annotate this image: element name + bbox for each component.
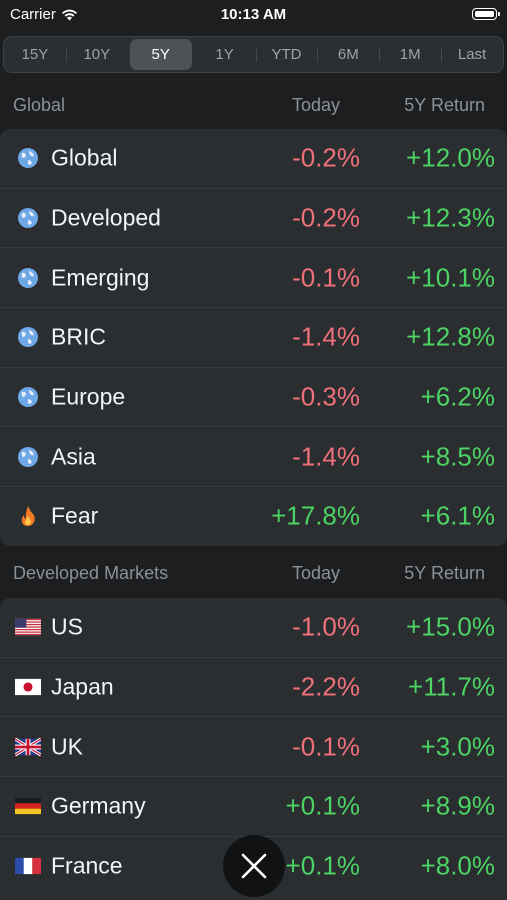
today-change: -2.2% (292, 671, 360, 702)
germany-flag-icon (15, 796, 41, 816)
battery-icon (472, 8, 500, 20)
column-header-today[interactable]: Today (292, 95, 340, 116)
period-segmented-control: 15Y 10Y 5Y 1Y YTD 6M 1M Last (3, 36, 504, 73)
list-item-global[interactable]: Global -0.2% +12.0% (0, 129, 507, 188)
uk-flag-icon (15, 737, 41, 757)
row-label: Emerging (51, 264, 150, 291)
close-button[interactable] (223, 835, 285, 897)
row-label: UK (51, 733, 83, 760)
japan-flag-icon (15, 677, 41, 697)
list-item-developed[interactable]: Developed -0.2% +12.3% (0, 187, 507, 248)
period-1m[interactable]: 1M (379, 39, 441, 70)
today-change: +17.8% (271, 500, 360, 531)
globe-icon (15, 148, 41, 169)
period-return: +8.9% (420, 790, 495, 821)
today-change: -0.1% (292, 731, 360, 762)
row-label: Developed (51, 204, 161, 231)
france-flag-icon (15, 856, 41, 876)
period-return: +6.1% (420, 500, 495, 531)
period-return: +6.2% (420, 381, 495, 412)
today-change: -1.4% (292, 321, 360, 352)
today-change: -0.3% (292, 381, 360, 412)
column-header-today[interactable]: Today (292, 563, 340, 584)
period-return: +3.0% (420, 731, 495, 762)
period-ytd[interactable]: YTD (255, 39, 318, 70)
globe-icon (15, 446, 41, 467)
period-1y[interactable]: 1Y (194, 39, 256, 70)
today-change: -0.1% (292, 262, 360, 293)
globe-icon (15, 327, 41, 348)
row-label: Asia (51, 443, 96, 470)
today-change: +0.1% (285, 850, 360, 881)
column-header-return[interactable]: 5Y Return (404, 563, 485, 584)
list-item-bric[interactable]: BRIC -1.4% +12.8% (0, 307, 507, 367)
section-title: Developed Markets (13, 563, 169, 583)
list-item-europe[interactable]: Europe -0.3% +6.2% (0, 366, 507, 427)
row-label: BRIC (51, 323, 106, 350)
period-5y[interactable]: 5Y (129, 39, 192, 70)
period-return: +12.8% (406, 321, 495, 352)
clock: 10:13 AM (220, 6, 287, 23)
period-return: +12.3% (406, 202, 495, 233)
globe-icon (15, 387, 41, 408)
period-10y[interactable]: 10Y (65, 39, 128, 70)
section-title: Global (13, 95, 66, 115)
global-section-header: Global Today 5Y Return (0, 91, 507, 121)
period-return: +10.1% (406, 262, 495, 293)
period-6m[interactable]: 6M (317, 39, 379, 70)
period-return: +15.0% (406, 611, 495, 642)
period-return: +11.7% (408, 671, 495, 702)
today-change: -1.4% (292, 441, 360, 472)
globe-icon (15, 267, 41, 288)
row-label: France (51, 852, 123, 879)
today-change: -1.0% (292, 611, 360, 642)
today-change: -0.2% (292, 202, 360, 233)
row-label: Germany (51, 792, 146, 819)
today-change: +0.1% (285, 790, 360, 821)
list-item-emerging[interactable]: Emerging -0.1% +10.1% (0, 247, 507, 307)
period-return: +12.0% (406, 142, 495, 173)
period-15y[interactable]: 15Y (4, 39, 66, 70)
global-list: Global -0.2% +12.0% Developed -0.2% +12.… (0, 129, 507, 546)
developed-section-header: Developed Markets Today 5Y Return (0, 559, 507, 589)
row-label: US (51, 613, 83, 640)
list-item-fear[interactable]: Fear +17.8% +6.1% (0, 486, 507, 546)
period-return: +8.5% (420, 441, 495, 472)
column-header-return[interactable]: 5Y Return (404, 95, 485, 116)
period-last[interactable]: Last (441, 39, 503, 70)
today-change: -0.2% (292, 142, 360, 173)
row-label: Europe (51, 383, 126, 410)
list-item-uk[interactable]: UK -0.1% +3.0% (0, 716, 507, 776)
row-label: Japan (51, 673, 114, 700)
list-item-japan[interactable]: Japan -2.2% +11.7% (0, 656, 507, 717)
status-bar: Carrier 10:13 AM (0, 0, 507, 28)
globe-icon (15, 208, 41, 229)
list-item-germany[interactable]: Germany +0.1% +8.9% (0, 776, 507, 836)
row-label: Fear (51, 502, 99, 529)
close-icon (241, 853, 267, 879)
fire-icon (15, 506, 41, 527)
us-flag-icon (15, 617, 41, 637)
list-item-asia[interactable]: Asia -1.4% +8.5% (0, 426, 507, 486)
period-return: +8.0% (420, 850, 495, 881)
row-label: Global (51, 144, 118, 171)
list-item-us[interactable]: US -1.0% +15.0% (0, 598, 507, 657)
